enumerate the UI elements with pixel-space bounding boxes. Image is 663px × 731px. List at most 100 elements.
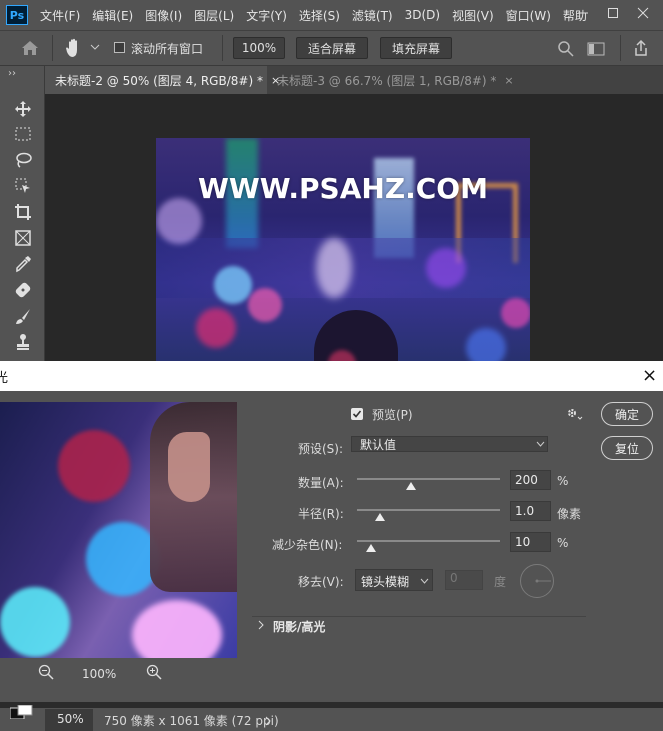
bokeh-light <box>248 288 282 322</box>
radius-slider-track[interactable] <box>357 509 500 511</box>
dialog-title-bar: 光 × <box>0 361 663 391</box>
tab-label: 未标题-3 @ 66.7% (图层 1, RGB/8#) * <box>277 73 497 88</box>
menu-type[interactable]: 文字(Y) <box>246 7 287 24</box>
close-icon[interactable]: × <box>504 74 513 87</box>
gear-icon[interactable] <box>565 407 583 424</box>
color-swatch-icon[interactable] <box>9 704 38 722</box>
amount-label: 数量(A): <box>298 476 344 490</box>
search-icon[interactable] <box>557 40 575 61</box>
collapse-panel-icon[interactable]: ›› <box>8 68 16 79</box>
tools-panel: ›› <box>0 66 45 361</box>
radius-label: 半径(R): <box>298 507 344 521</box>
bokeh-light <box>214 266 252 304</box>
object-selection-tool-icon[interactable] <box>11 175 35 197</box>
preview-zoom-level: 100% <box>82 667 117 681</box>
bokeh-light <box>0 587 70 657</box>
angle-unit: 度 <box>494 575 507 589</box>
remove-select[interactable]: 镜头模糊 <box>355 569 433 591</box>
zoom-in-icon[interactable] <box>146 664 162 683</box>
fill-screen-button[interactable]: 填充屏幕 <box>380 37 452 59</box>
workspace-icon[interactable] <box>587 41 605 60</box>
menu-window[interactable]: 窗口(W) <box>506 7 551 24</box>
menu-file[interactable]: 文件(F) <box>40 7 80 24</box>
menu-select[interactable]: 选择(S) <box>299 7 340 24</box>
radius-field[interactable]: 1.0 <box>510 501 551 521</box>
status-zoom-field[interactable]: 50% <box>45 709 93 731</box>
home-icon[interactable] <box>20 39 40 60</box>
divider <box>222 35 223 61</box>
reduce-noise-unit: % <box>557 536 569 550</box>
reduce-noise-slider-thumb[interactable] <box>366 544 377 552</box>
menu-3d[interactable]: 3D(D) <box>405 8 440 22</box>
bokeh-light <box>316 238 352 298</box>
healing-brush-tool-icon[interactable] <box>11 279 35 301</box>
person-silhouette <box>314 310 398 361</box>
remove-value: 镜头模糊 <box>361 575 410 589</box>
photoshop-logo: Ps <box>6 5 28 25</box>
amount-slider-track[interactable] <box>357 478 500 480</box>
menu-edit[interactable]: 编辑(E) <box>92 7 133 24</box>
menu-view[interactable]: 视图(V) <box>452 7 494 24</box>
scroll-all-checkbox[interactable] <box>114 42 125 53</box>
crop-tool-icon[interactable] <box>11 201 35 223</box>
dialog-title: 光 <box>0 371 9 386</box>
chevron-right-icon[interactable] <box>257 619 265 633</box>
bokeh-light <box>501 298 530 328</box>
bokeh-light <box>426 248 466 288</box>
preset-select[interactable]: 默认值 <box>351 436 548 452</box>
tab-document-3[interactable]: 未标题-3 @ 66.7% (图层 1, RGB/8#) * × <box>267 66 547 94</box>
chevron-down-icon[interactable] <box>90 41 100 55</box>
document-info: 750 像素 x 1061 像素 (72 ppi) <box>104 714 279 728</box>
amount-slider-thumb[interactable] <box>406 482 417 490</box>
clone-stamp-tool-icon[interactable] <box>11 331 35 353</box>
angle-field: 0 <box>445 570 483 590</box>
zoom-level-button[interactable]: 100% <box>233 37 285 59</box>
divider <box>620 35 621 61</box>
maximize-icon[interactable] <box>598 0 628 26</box>
preset-label: 预设(S): <box>298 442 344 456</box>
eyedropper-tool-icon[interactable] <box>11 253 35 275</box>
hand-tool-icon[interactable] <box>63 37 85 62</box>
minimize-icon[interactable] <box>568 0 598 26</box>
angle-dial-icon <box>519 563 555 602</box>
ok-button[interactable]: 确定 <box>601 402 653 426</box>
preview-checkbox[interactable] <box>351 408 363 420</box>
tab-label: 未标题-2 @ 50% (图层 4, RGB/8#) * <box>55 73 263 88</box>
move-tool-icon[interactable] <box>11 98 35 120</box>
chevron-right-icon[interactable] <box>264 715 272 729</box>
close-icon[interactable]: × <box>642 365 657 386</box>
menu-filter[interactable]: 滤镜(T) <box>352 7 393 24</box>
marquee-tool-icon[interactable] <box>11 123 35 145</box>
face-skin <box>168 432 210 502</box>
radius-slider-thumb[interactable] <box>374 513 385 521</box>
status-bar: 50% 750 像素 x 1061 像素 (72 ppi) <box>0 702 663 731</box>
menu-bar: Ps 文件(F) 编辑(E) 图像(I) 图层(L) 文字(Y) 选择(S) 滤… <box>0 0 663 30</box>
menu-layer[interactable]: 图层(L) <box>194 7 234 24</box>
options-bar: 滚动所有窗口 100% 适合屏幕 填充屏幕 <box>0 30 663 66</box>
reduce-noise-slider-track[interactable] <box>357 540 500 542</box>
bokeh-light <box>466 328 506 361</box>
share-icon[interactable] <box>632 39 650 60</box>
fit-screen-button[interactable]: 适合屏幕 <box>296 37 368 59</box>
lasso-tool-icon[interactable] <box>11 149 35 171</box>
reset-button[interactable]: 复位 <box>601 436 653 460</box>
shadow-highlight-section[interactable]: 阴影/高光 <box>273 618 325 635</box>
reduce-noise-field[interactable]: 10 <box>510 532 551 552</box>
filter-preview[interactable] <box>0 402 237 658</box>
document-image[interactable]: WWW.PSAHZ.COM <box>156 138 530 361</box>
menu-image[interactable]: 图像(I) <box>145 7 182 24</box>
radius-unit: 像素 <box>557 507 582 521</box>
status-zoom: 50% <box>57 712 84 726</box>
divider <box>52 35 53 61</box>
amount-field[interactable]: 200 <box>510 470 551 490</box>
frame-tool-icon[interactable] <box>11 227 35 249</box>
remove-label: 移去(V): <box>298 575 344 589</box>
zoom-out-icon[interactable] <box>38 664 54 683</box>
preset-value: 默认值 <box>360 438 397 452</box>
tab-document-2[interactable]: 未标题-2 @ 50% (图层 4, RGB/8#) * × <box>45 66 280 94</box>
document-tabs: 未标题-2 @ 50% (图层 4, RGB/8#) * × 未标题-3 @ 6… <box>45 66 663 94</box>
brush-tool-icon[interactable] <box>11 305 35 327</box>
close-window-icon[interactable] <box>628 0 658 26</box>
bokeh-light <box>86 522 160 596</box>
reduce-noise-label: 减少杂色(N): <box>272 538 343 552</box>
